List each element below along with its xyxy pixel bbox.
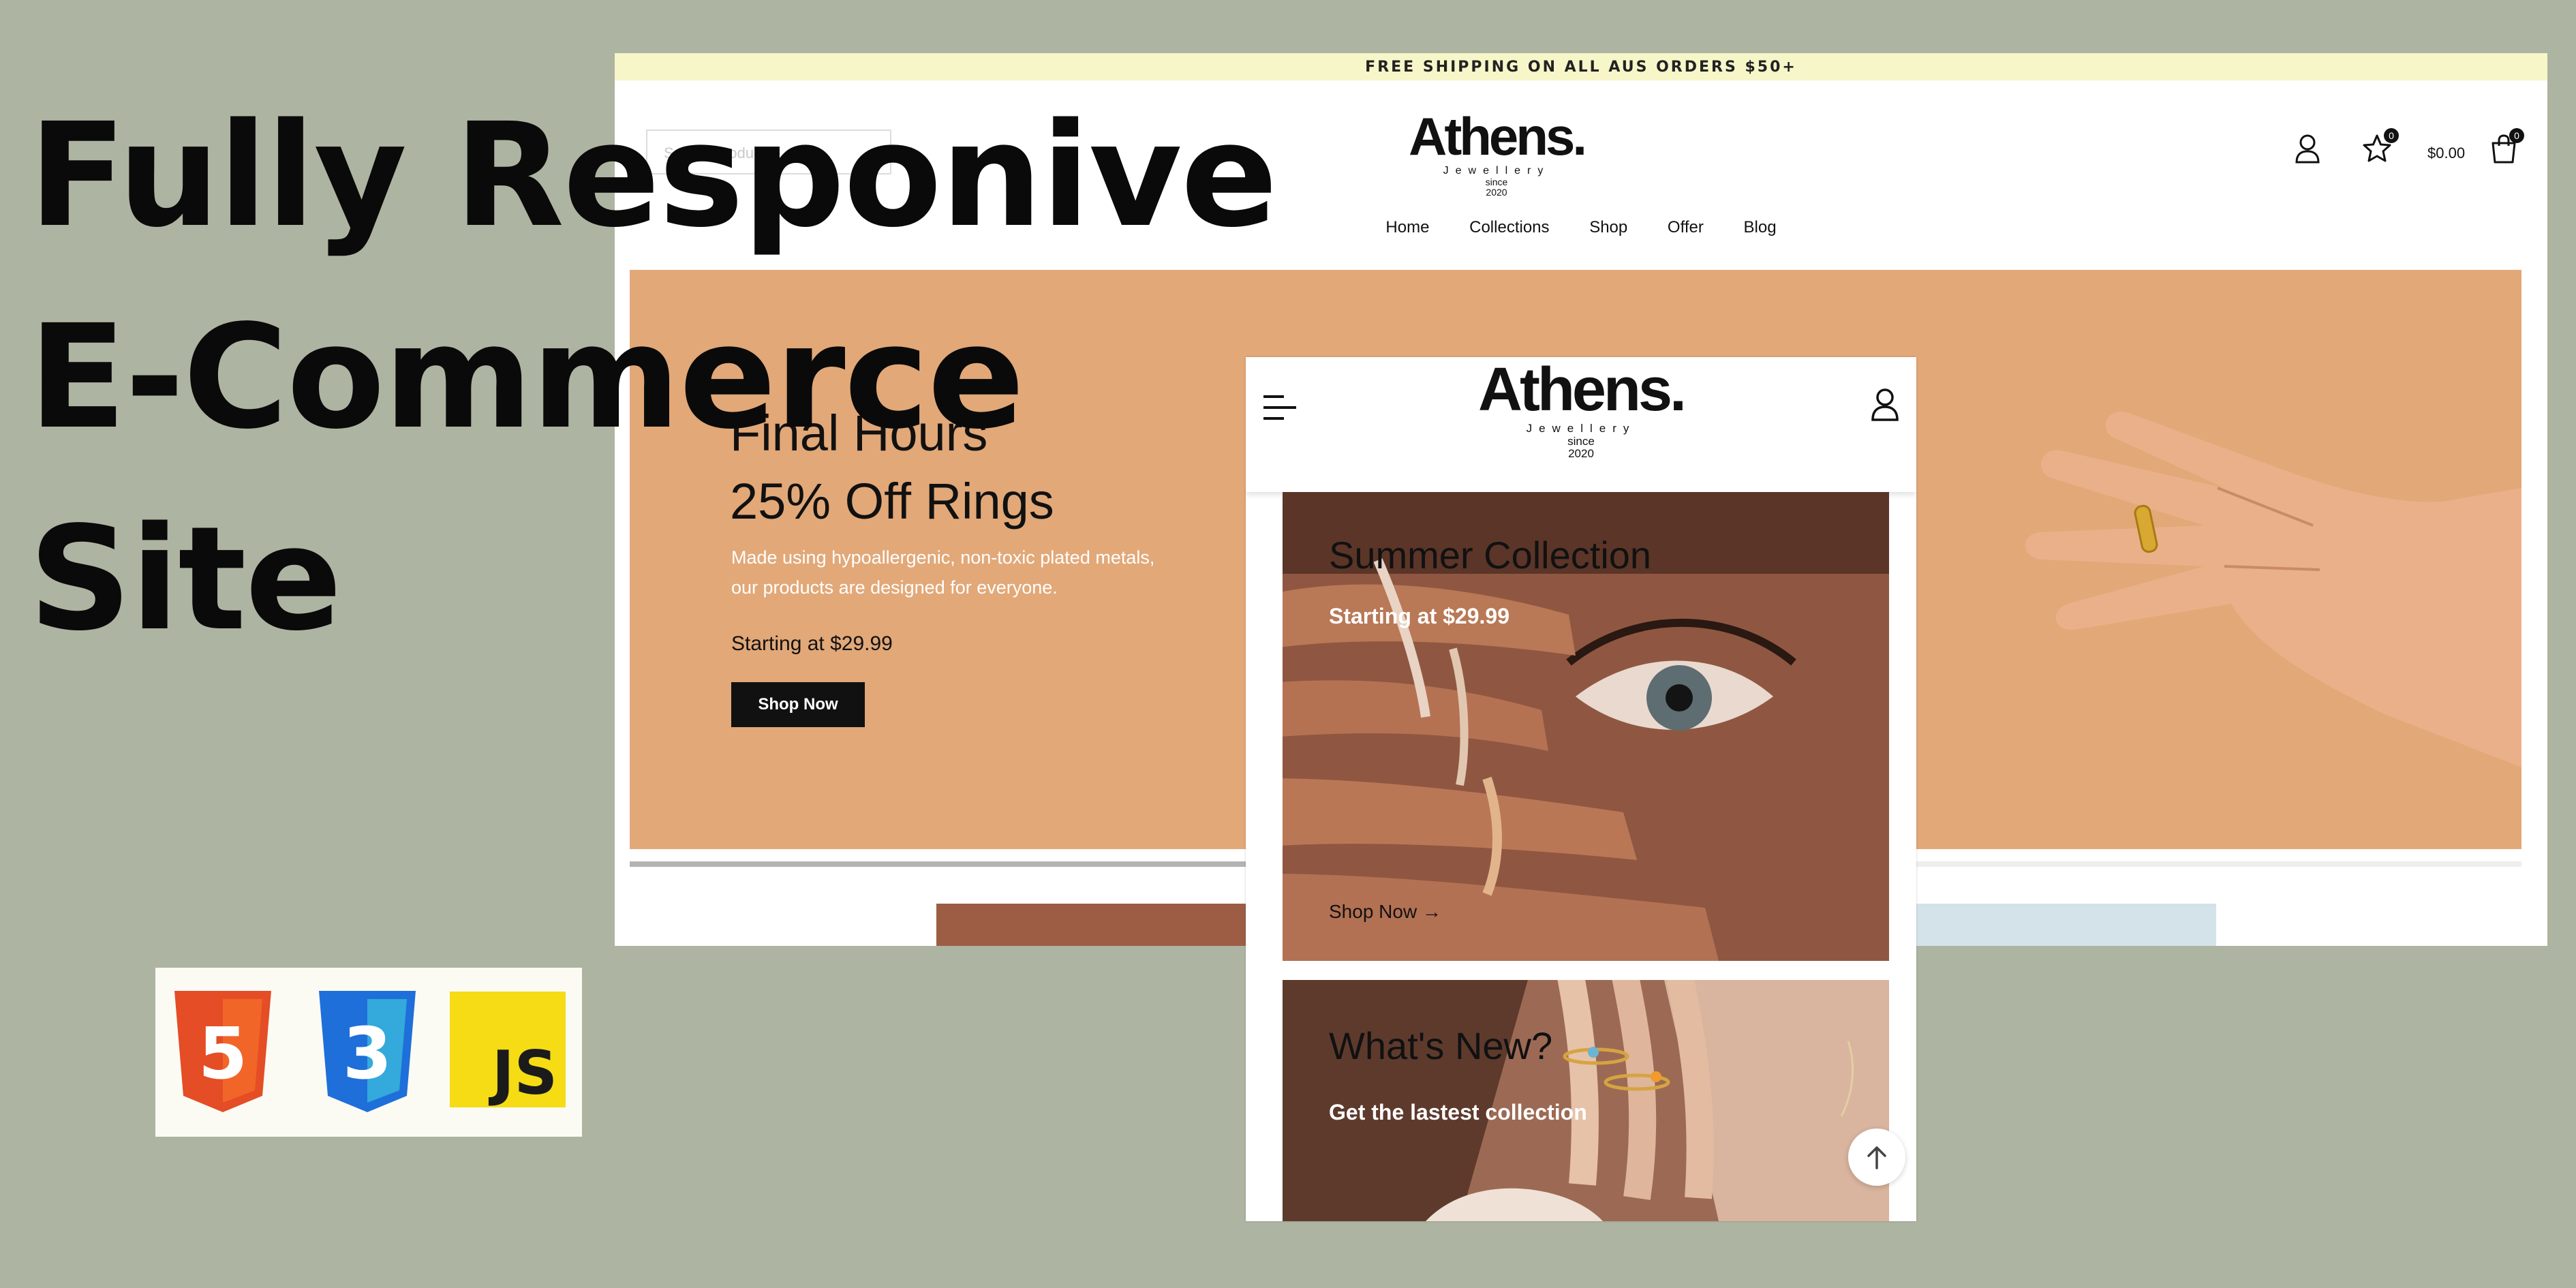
account-button[interactable] — [2294, 134, 2321, 166]
headline: Fully Responive E-Commerce Site — [29, 75, 1278, 680]
cart-button[interactable]: 0 — [2490, 128, 2524, 166]
user-icon — [2295, 134, 2320, 164]
user-icon[interactable] — [1870, 387, 1900, 421]
mobile-logo-year: 2020 — [1568, 447, 1594, 461]
scroll-to-top-button[interactable] — [1848, 1129, 1905, 1186]
headline-line-2: E-Commerce — [29, 294, 1025, 461]
cart-count: 0 — [2509, 128, 2524, 143]
css3-icon: 3 — [319, 991, 416, 1112]
arrow-up-icon — [1867, 1146, 1886, 1169]
nav-collections[interactable]: Collections — [1469, 218, 1549, 237]
javascript-icon: JS — [450, 992, 566, 1107]
summer-collection-price: Starting at $29.99 — [1329, 604, 1509, 628]
summer-collection-card[interactable]: Summer Collection Starting at $29.99 Sho… — [1283, 492, 1889, 961]
shop-now-button[interactable]: Shop Now — [731, 682, 865, 727]
html5-icon: 5 — [174, 991, 271, 1112]
hamburger-menu-icon[interactable] — [1263, 394, 1298, 421]
logo-since: since — [1485, 176, 1508, 187]
tech-badges: 5 3 JS — [155, 968, 582, 1137]
js-label: JS — [491, 1038, 557, 1108]
logo-tagline: Jewellery — [1443, 165, 1550, 177]
nav-blog[interactable]: Blog — [1744, 218, 1777, 237]
headline-line-1: Fully Responive — [29, 92, 1278, 259]
summer-collection-title: Summer Collection — [1329, 534, 1652, 577]
headline-line-3: Site — [29, 495, 342, 662]
nav-home[interactable]: Home — [1385, 218, 1429, 237]
product-card-image — [936, 904, 1263, 946]
logo-wordmark: Athens. — [1408, 106, 1587, 166]
site-logo[interactable]: Athens. Jewellery since 2020 — [1408, 106, 1587, 198]
mobile-screenshot: Athens. Jewellery since 2020 Summer Coll… — [1246, 357, 1916, 1221]
html5-number: 5 — [198, 1012, 247, 1095]
mobile-logo-wordmark: Athens. — [1477, 357, 1687, 424]
wishlist-button[interactable]: 0 — [2362, 128, 2399, 166]
mobile-logo-since: since — [1567, 434, 1595, 448]
css3-number: 3 — [343, 1012, 392, 1095]
whats-new-subtitle: Get the lastest collection — [1329, 1100, 1587, 1124]
mobile-logo-tagline: Jewellery — [1526, 422, 1636, 435]
whats-new-card[interactable]: What's New? Get the lastest collection — [1283, 980, 1889, 1221]
mobile-header: Athens. Jewellery since 2020 — [1246, 357, 1916, 492]
wishlist-count: 0 — [2384, 128, 2399, 143]
nav-shop[interactable]: Shop — [1589, 218, 1627, 237]
scrollbar-thumb[interactable] — [630, 861, 1311, 867]
nav-offer[interactable]: Offer — [1668, 218, 1704, 237]
summer-collection-shop-now-link[interactable]: Shop Now → — [1329, 901, 1441, 923]
whats-new-title: What's New? — [1329, 1024, 1553, 1067]
cart-total[interactable]: $0.00 — [2427, 144, 2465, 162]
mobile-logo[interactable]: Athens. Jewellery since 2020 — [1464, 357, 1698, 461]
hand-ring-image — [2025, 412, 2521, 767]
product-card-image — [1889, 904, 2216, 946]
logo-year: 2020 — [1486, 186, 1507, 198]
